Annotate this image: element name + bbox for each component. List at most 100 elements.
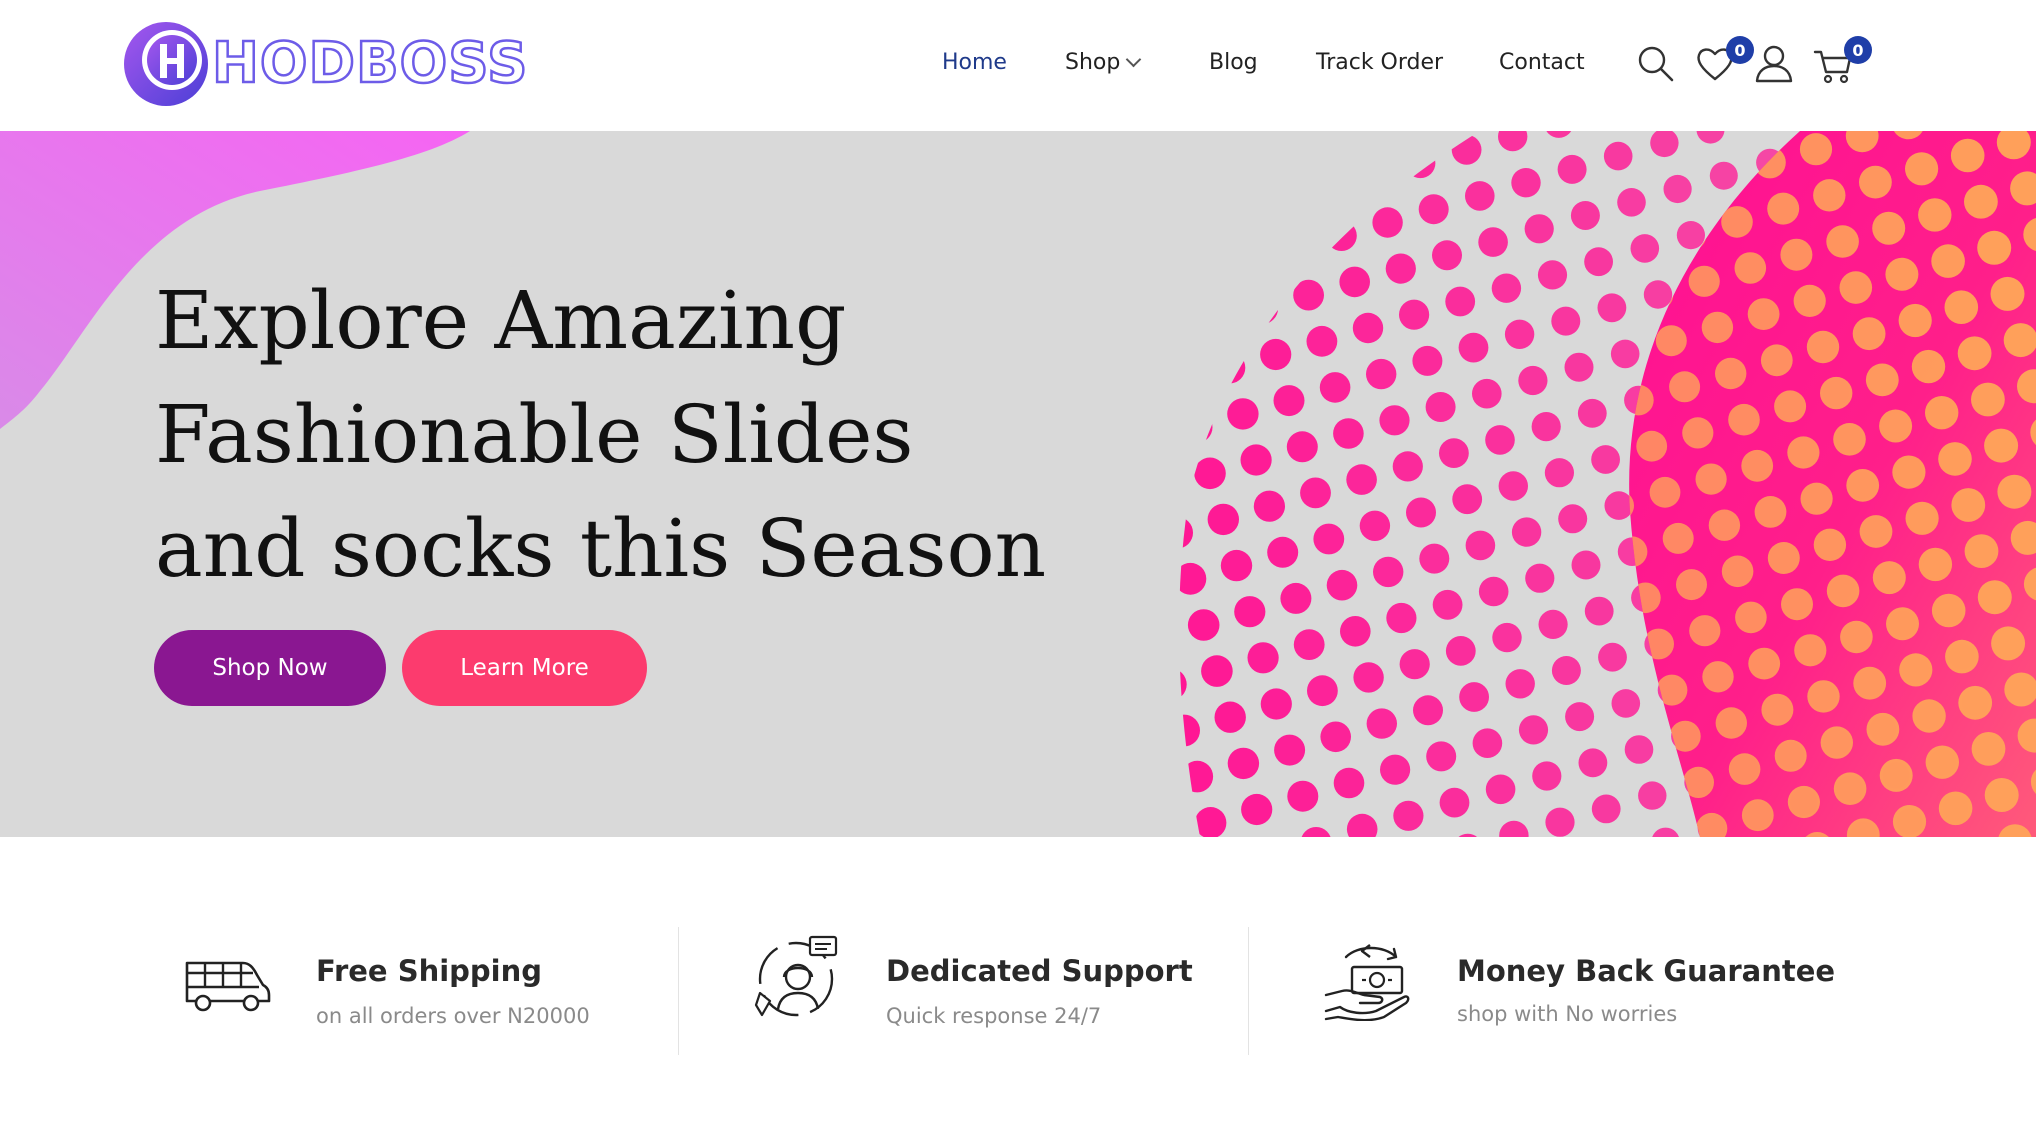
halftone-dot (1418, 194, 1449, 225)
halftone-dot (1898, 303, 1932, 338)
halftone-dot (1905, 152, 1939, 186)
halftone-dot (1413, 695, 1443, 726)
halftone-dot (1193, 131, 1226, 140)
halftone-dot (1991, 626, 2026, 661)
halftone-dot (1767, 542, 1800, 574)
feature-free-shipping: Free Shipping on all orders over N20000 (180, 927, 650, 1057)
halftone-dot (1179, 167, 1193, 200)
halftone-dot (1313, 523, 1345, 555)
halftone-dot (1604, 491, 1634, 520)
halftone-dot (1157, 322, 1183, 348)
halftone-dot (1190, 262, 1216, 288)
halftone-dot (1339, 266, 1370, 298)
halftone-dot (1214, 701, 1246, 733)
money-back-icon (1324, 944, 1410, 1021)
halftone-dot (1611, 689, 1641, 718)
feature-divider (678, 927, 679, 1055)
halftone-dot (1925, 396, 1959, 430)
halftone-dot (1300, 827, 1332, 837)
halftone-dot (1676, 221, 1705, 250)
halftone-dot (1990, 276, 2025, 311)
halftone-dot (1307, 675, 1338, 707)
halftone-dot (1853, 666, 1887, 700)
halftone-dot (1885, 257, 1919, 291)
halftone-dot (1701, 311, 1734, 344)
site-header: HODBOSS Home Shop Blog Track Order Conta… (0, 0, 2036, 131)
halftone-dot (1524, 214, 1554, 244)
halftone-dot (1787, 785, 1820, 819)
halftone-dot (1682, 417, 1714, 449)
halftone-dot (1144, 276, 1170, 302)
halftone-dot (1227, 747, 1260, 780)
halftone-dot (1799, 133, 1833, 166)
nav-contact[interactable]: Contact (1499, 48, 1585, 78)
halftone-dot (1859, 165, 1892, 199)
nav-blog[interactable]: Blog (1209, 48, 1258, 78)
halftone-dot (1345, 131, 1377, 146)
halftone-dot (1135, 424, 1167, 456)
halftone-dot (1544, 131, 1574, 138)
user-icon[interactable] (1754, 43, 1794, 83)
halftone-dot (1233, 246, 1265, 278)
halftone-dot (1299, 131, 1331, 159)
halftone-dot (1708, 509, 1741, 541)
halftone-dot (1931, 593, 1966, 628)
halftone-dot (1761, 693, 1794, 726)
halftone-dot (1964, 534, 1999, 568)
halftone-dot (1578, 748, 1608, 778)
halftone-dot (1551, 306, 1581, 336)
halftone-dot (1728, 753, 1761, 785)
halftone-dot (1207, 154, 1239, 186)
shop-now-button[interactable]: Shop Now (154, 630, 386, 706)
nav-home[interactable]: Home (942, 48, 1007, 78)
feature-subtitle: shop with No worries (1457, 1002, 1678, 1026)
halftone-dot (1260, 338, 1292, 371)
halftone-dot (1405, 148, 1436, 179)
halftone-dot (1669, 720, 1701, 752)
halftone-dot (1532, 761, 1562, 791)
halftone-dot (1551, 656, 1581, 685)
halftone-dot (1274, 734, 1306, 766)
halftone-dot (1282, 235, 1309, 262)
halftone-dot (1826, 574, 1860, 608)
halftone-dot (1826, 225, 1859, 258)
halftone-dot (1249, 295, 1276, 322)
halftone-dot (1964, 184, 1998, 219)
halftone-dot (1839, 271, 1873, 304)
halftone-dot (1598, 642, 1627, 672)
halftone-dot (1682, 766, 1714, 799)
halftone-dot (1813, 528, 1847, 561)
halftone-dot (1638, 781, 1667, 810)
search-icon[interactable] (1636, 44, 1676, 84)
halftone-dot (1393, 800, 1424, 831)
feature-title: Dedicated Support (886, 954, 1193, 988)
halftone-dot (1346, 464, 1377, 495)
nav-track-order[interactable]: Track Order (1316, 48, 1443, 78)
halftone-dot (1840, 620, 1873, 654)
halftone-dot (1774, 739, 1807, 772)
chevron-down-icon (1126, 51, 1142, 68)
halftone-dot (1656, 674, 1688, 706)
halftone-dot (1253, 490, 1285, 522)
hero-title-line-2: Fashionable Slides (155, 388, 914, 481)
features-strip: Free Shipping on all orders over N20000 … (0, 837, 2036, 1142)
halftone-dot (1918, 198, 1952, 232)
learn-more-button[interactable]: Learn More (402, 630, 647, 706)
cart-count-badge: 0 (1844, 36, 1872, 64)
halftone-dot (1301, 131, 1329, 157)
halftone-dot (1179, 562, 1207, 595)
halftone-dot (1558, 504, 1588, 534)
halftone-dot (1498, 471, 1529, 501)
halftone-dot (1472, 728, 1503, 758)
halftone-dot (1984, 778, 2019, 812)
halftone-dot (1997, 474, 2032, 509)
halftone-dot (1312, 174, 1344, 205)
nav-shop[interactable]: Shop (1065, 48, 1142, 78)
halftone-dot (1196, 131, 1223, 137)
halftone-dot (1892, 455, 1926, 489)
halftone-dot (1458, 332, 1489, 363)
halftone-dot (1141, 273, 1173, 305)
logo[interactable]: HODBOSS (122, 18, 529, 110)
halftone-dot (1287, 780, 1319, 812)
halftone-dot (1715, 707, 1748, 739)
